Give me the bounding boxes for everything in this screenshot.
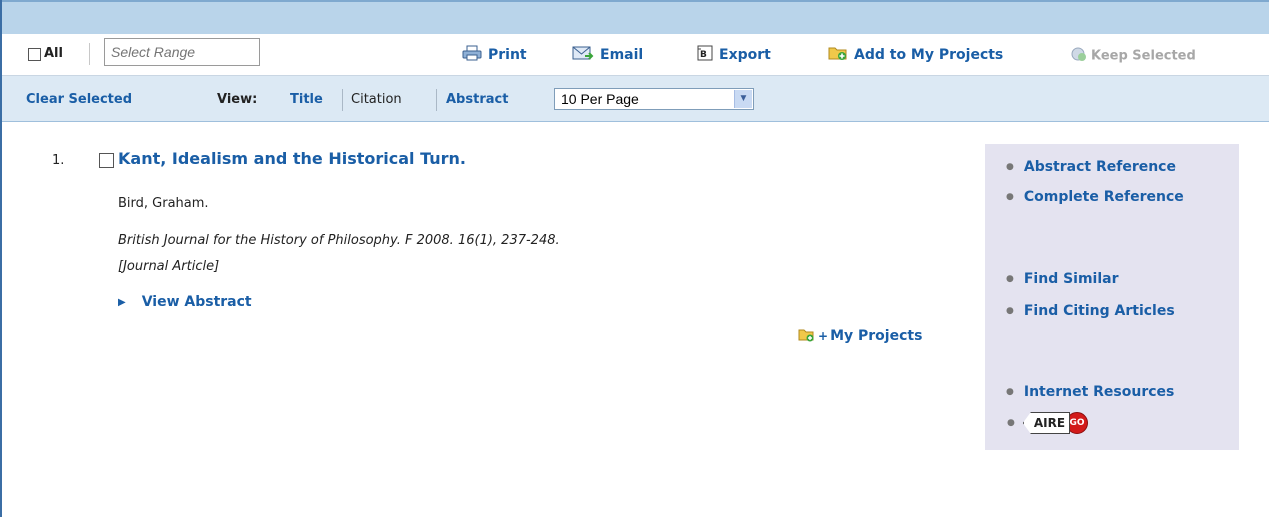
result-author: Bird, Graham. [118,196,209,211]
per-page-value: 10 Per Page [561,91,639,107]
view-option-title[interactable]: Title [290,92,323,107]
bullet-icon: ● [1006,274,1014,284]
bullet-icon: ● [1006,162,1014,172]
internet-resources-label: Internet Resources [1023,384,1175,400]
abstract-reference-link[interactable]: ● Abstract Reference [1006,159,1176,175]
display-options-bar: Clear Selected View: Title Citation Abst… [2,76,1269,122]
action-toolbar: All Print Email B Export [2,34,1269,76]
bullet-icon: ● [1006,387,1014,397]
select-range-input[interactable] [104,38,260,66]
bullet-icon: ● [1006,306,1014,316]
complete-reference-link[interactable]: ● Complete Reference [1006,189,1184,205]
add-to-my-projects-link[interactable]: + My Projects [798,326,922,346]
internet-resources-link[interactable]: ● Internet Resources [1006,384,1174,400]
top-header-strip [0,0,1269,34]
export-label: Export [719,47,771,63]
result-actions-panel: ● Abstract Reference ● Complete Reference … [985,144,1239,450]
keep-selected-icon [1071,46,1087,66]
svg-text:B: B [700,50,707,60]
view-option-citation[interactable]: Citation [351,92,402,107]
email-icon [572,45,594,65]
complete-reference-label: Complete Reference [1023,189,1184,205]
result-number: 1. [52,153,65,168]
bullet-icon: ● [1007,418,1015,428]
find-similar-link[interactable]: ● Find Similar [1006,271,1119,287]
email-label: Email [600,47,644,63]
bullet-icon: ● [1006,192,1014,202]
find-similar-label: Find Similar [1023,271,1119,287]
add-to-my-projects-label: Add to My Projects [854,47,1004,63]
select-all-checkbox[interactable] [28,48,41,61]
my-projects-prefix: + [818,329,829,343]
aire-link[interactable]: ● AIRE GO [1007,412,1089,434]
view-abstract-label: View Abstract [141,294,252,310]
result-publication-type: [Journal Article] [118,259,220,274]
keep-selected-button[interactable]: Keep Selected [1071,46,1196,66]
email-button[interactable]: Email [572,45,643,65]
result-source: British Journal for the History of Philo… [118,233,560,248]
export-button[interactable]: B Export [697,45,771,65]
view-divider [342,89,343,111]
chevron-down-icon[interactable]: ▼ [734,90,752,108]
folder-add-icon [828,45,848,65]
expand-triangle-icon: ▶ [118,296,126,308]
export-icon: B [697,45,713,65]
print-button[interactable]: Print [462,45,527,65]
printer-icon [462,45,482,65]
view-label: View: [217,92,258,107]
keep-selected-label: Keep Selected [1091,48,1196,64]
aire-logo: AIRE [1022,412,1071,434]
find-citing-articles-link[interactable]: ● Find Citing Articles [1006,303,1175,319]
view-option-abstract[interactable]: Abstract [446,92,508,107]
view-divider [436,89,437,111]
result-title-link[interactable]: Kant, Idealism and the Historical Turn. [118,149,466,168]
select-all-label: All [44,46,63,61]
add-to-my-projects-button[interactable]: Add to My Projects [828,45,1003,65]
view-abstract-link[interactable]: ▶ View Abstract [118,294,252,310]
my-projects-label: My Projects [830,328,923,344]
result-checkbox[interactable] [99,153,114,168]
abstract-reference-label: Abstract Reference [1023,159,1176,175]
print-label: Print [488,47,527,63]
find-citing-articles-label: Find Citing Articles [1023,303,1175,319]
folder-add-icon [798,326,816,346]
clear-selected-link[interactable]: Clear Selected [26,92,132,107]
per-page-select[interactable]: 10 Per Page ▼ [554,88,754,110]
toolbar-divider [89,43,90,65]
